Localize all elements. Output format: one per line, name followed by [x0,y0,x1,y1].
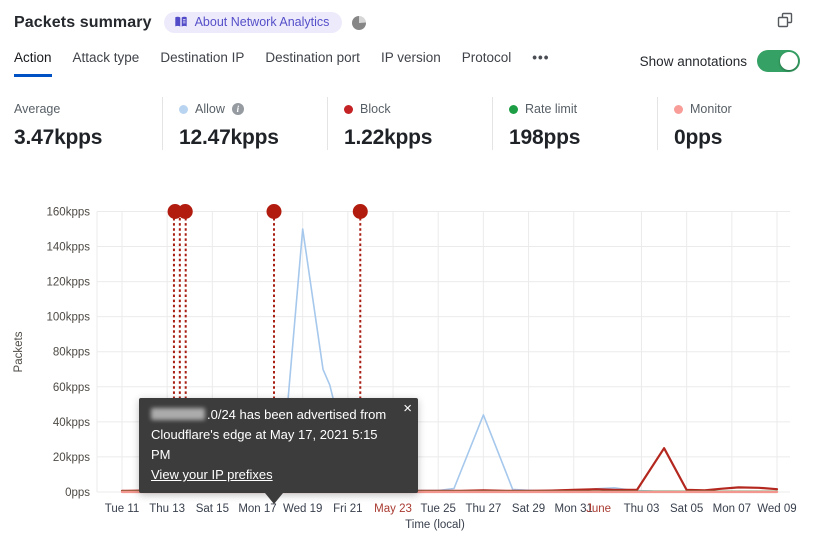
x-tick-label: Fri 21 [333,503,362,515]
x-tick-label: Thu 13 [149,503,185,515]
tab-bar: Action Attack type Destination IP Destinati… [0,50,816,80]
x-axis-title: Time (local) [405,519,465,531]
book-icon [174,15,188,29]
legend-dot-icon [509,104,518,114]
about-network-analytics-badge[interactable]: About Network Analytics [163,12,343,33]
legend-dot-icon [179,104,188,114]
stat-label: Allow [195,102,225,116]
stat-label-row: Block [344,101,492,117]
stat-average: Average 3.47kpps [14,97,162,150]
stat-label: Rate limit [525,102,578,116]
x-tick-label: Wed 09 [757,503,796,515]
x-tick-label: Wed 19 [283,503,322,515]
close-icon[interactable]: × [403,401,412,417]
tooltip-pointer [265,493,283,504]
tab-list: Action Attack type Destination IP Destinati… [14,50,549,77]
stat-rate-limit: Rate limit 198pps [492,97,657,150]
annotation-dot-icon[interactable] [266,204,282,219]
y-tick-label: 60kpps [53,382,90,394]
x-tick-label: Tue 25 [421,503,456,515]
x-tick-label: May 23 [374,503,412,515]
show-annotations-label: Show annotations [639,53,747,69]
info-icon[interactable]: i [231,103,244,115]
y-tick-label: 100kpps [47,312,91,324]
stat-monitor: Monitor 0pps [657,97,804,150]
tab-destination-ip[interactable]: Destination IP [160,50,244,77]
stat-label-row: Allow i [179,101,327,117]
tab-destination-port[interactable]: Destination port [265,50,360,77]
tooltip-line1-text: .0/24 has been advertised from [207,407,387,422]
y-tick-label: 80kpps [53,347,90,359]
page-title: Packets summary [14,13,152,31]
y-axis-title: Packets [13,331,25,372]
tab-action[interactable]: Action [14,50,52,77]
stat-label: Block [360,102,391,116]
stat-value: 12.47kpps [179,126,279,149]
badge-label: About Network Analytics [194,15,330,29]
tab-protocol[interactable]: Protocol [462,50,512,77]
stat-label: Monitor [690,102,732,116]
x-tick-label: Sat 29 [512,503,545,515]
stat-label-row: Rate limit [509,101,657,117]
tab-ip-version[interactable]: IP version [381,50,441,77]
annotation-tooltip: × .0/24 has been advertised from Cloudfl… [139,398,418,504]
stat-value: 1.22kpps [344,126,433,149]
redacted-ip-prefix [151,408,205,420]
legend-dot-icon [344,104,353,114]
y-tick-label: 20kpps [53,452,90,464]
x-tick-label: Thu 03 [624,503,660,515]
y-tick-label: 140kpps [47,242,91,254]
stat-block: Block 1.22kpps [327,97,492,150]
tooltip-line1: .0/24 has been advertised from [151,405,392,425]
x-tick-label: Mon 17 [238,503,276,515]
annotation-dot-icon[interactable] [352,204,368,219]
stat-label-row: Average [14,101,162,117]
stat-value: 0pps [674,126,723,149]
y-tick-label: 0pps [65,487,90,499]
x-tick-label: Mon 07 [713,503,751,515]
y-tick-label: 160kpps [47,206,91,218]
copy-icon[interactable] [776,11,794,29]
pie-timer-icon[interactable] [352,15,367,30]
tab-attack-type[interactable]: Attack type [73,50,140,77]
show-annotations-toggle[interactable] [757,50,800,72]
x-tick-label: June [586,503,611,515]
y-tick-label: 120kpps [47,277,91,289]
x-tick-label: Thu 27 [465,503,501,515]
stat-value: 3.47kpps [14,126,103,149]
stat-value: 198pps [509,126,581,149]
page-header: Packets summary About Network Analytics [14,12,367,33]
x-tick-label: Sat 15 [196,503,229,515]
legend-dot-icon [674,104,683,114]
toggle-knob [780,52,798,70]
stat-allow: Allow i 12.47kpps [162,97,327,150]
stat-label: Average [14,102,61,116]
y-tick-label: 40kpps [53,417,90,429]
x-tick-label: Sat 05 [670,503,703,515]
network-analytics-page: Packets summary About Network Analytics … [0,0,816,545]
tab-more[interactable]: ••• [532,50,549,77]
tooltip-line2: Cloudflare's edge at May 17, 2021 5:15 P… [151,427,378,462]
show-annotations-control: Show annotations [640,50,800,72]
view-ip-prefixes-link[interactable]: View your IP prefixes [151,465,273,485]
annotation-dot-icon[interactable] [177,204,193,219]
stat-label-row: Monitor [674,101,804,117]
stats-row: Average 3.47kpps Allow i 12.47kpps Block 1.22k… [14,97,804,150]
x-tick-label: Tue 11 [105,503,140,515]
